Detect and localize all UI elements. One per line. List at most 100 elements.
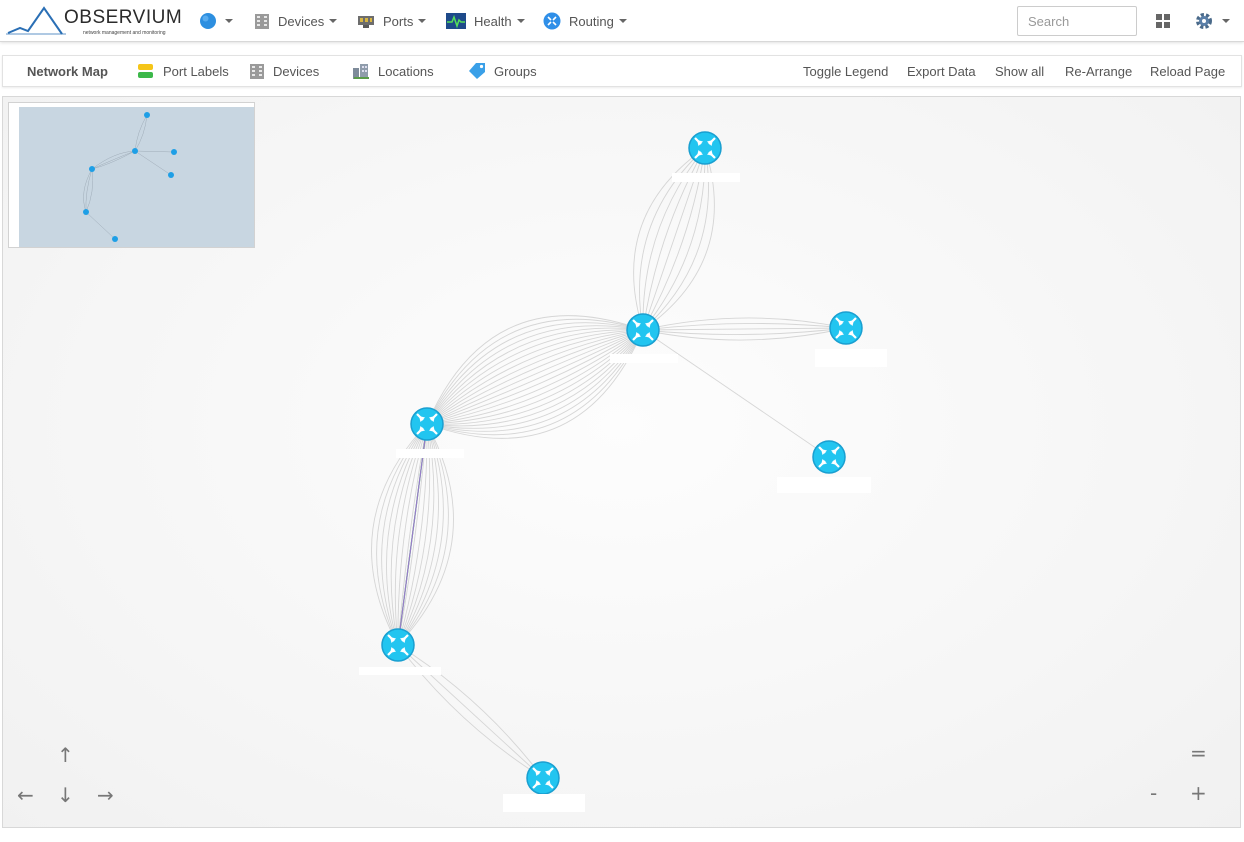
nav-devices-menu[interactable]: Devices (254, 0, 338, 42)
windows-icon (1156, 14, 1170, 28)
network-link[interactable] (642, 329, 830, 458)
arrow-right-icon: → (97, 783, 114, 807)
mountain-logo-icon (6, 6, 66, 35)
arrow-down-icon: ↓ (57, 783, 74, 807)
toolbar-groups-button[interactable]: Groups (468, 56, 537, 86)
nav-ports-menu[interactable]: Ports (357, 0, 427, 42)
observium-logo[interactable]: OBSERVIUM network management and monitor… (6, 4, 182, 38)
zoom-out-button[interactable]: - (1150, 783, 1157, 803)
settings-menu[interactable] (1194, 0, 1230, 42)
router-icon[interactable] (526, 761, 560, 795)
network-link[interactable] (426, 329, 644, 425)
city-buildings-icon (353, 63, 369, 79)
building-icon (255, 13, 269, 29)
zoom-in-icon: + (1190, 781, 1207, 805)
network-map-title: Network Map (27, 56, 108, 86)
link-bundle (371, 147, 847, 779)
node-label (610, 354, 678, 363)
minimap-viewport[interactable] (19, 107, 254, 247)
brand-name: OBSERVIUM (64, 7, 183, 28)
toolbar-locations-menu[interactable]: Locations (352, 56, 434, 86)
network-link[interactable] (642, 327, 847, 331)
network-link[interactable] (397, 644, 544, 779)
port-labels-icon (138, 64, 153, 78)
toolbar-devices-label: Devices (273, 63, 320, 79)
show-all-button[interactable]: Show all (995, 56, 1044, 86)
network-link[interactable] (426, 329, 644, 425)
heartbeat-monitor-icon (446, 13, 466, 29)
reload-page-button[interactable]: Reload Page (1150, 56, 1225, 86)
router-icon[interactable] (381, 628, 415, 662)
node-label (777, 477, 871, 493)
chevron-down-icon (329, 19, 338, 23)
toolbar-groups-label: Groups (494, 63, 537, 79)
nav-health-menu[interactable]: Health (446, 0, 525, 42)
device-nodes[interactable] (381, 131, 863, 795)
chevron-down-icon (1222, 19, 1230, 23)
toggle-legend-button[interactable]: Toggle Legend (803, 56, 888, 86)
nav-ports-label: Ports (383, 13, 414, 29)
network-link[interactable] (426, 329, 644, 425)
network-map-canvas[interactable]: ↑ ← ↓ → = - + (2, 96, 1241, 828)
node-label (396, 449, 464, 458)
pan-right-button[interactable]: → (97, 785, 114, 805)
chevron-down-icon (516, 19, 525, 23)
network-link[interactable] (426, 329, 644, 425)
network-link[interactable] (426, 329, 644, 425)
pan-down-button[interactable]: ↓ (57, 785, 74, 805)
gear-icon (1196, 13, 1212, 29)
search-input[interactable] (1017, 6, 1137, 36)
minimap[interactable] (8, 102, 255, 248)
pan-left-button[interactable]: ← (17, 785, 34, 805)
node-label (359, 667, 441, 675)
network-link[interactable] (426, 329, 644, 425)
zoom-reset-icon: = (1190, 741, 1207, 765)
node-label (503, 794, 585, 812)
toggle-legend-label: Toggle Legend (803, 63, 889, 79)
show-all-label: Show all (995, 63, 1045, 79)
nav-devices-label: Devices (278, 13, 325, 29)
rearrange-button[interactable]: Re-Arrange (1065, 56, 1132, 86)
chevron-down-icon (225, 19, 233, 23)
network-link[interactable] (426, 329, 644, 425)
reload-page-label: Reload Page (1150, 63, 1226, 79)
zoom-reset-button[interactable]: = (1190, 743, 1207, 763)
zoom-in-button[interactable]: + (1190, 783, 1207, 803)
arrow-up-icon: ↑ (57, 743, 74, 767)
toolbar-locations-label: Locations (378, 63, 434, 79)
building-icon (250, 63, 264, 79)
ethernet-port-icon (358, 16, 374, 28)
nav-health-label: Health (474, 13, 512, 29)
network-link[interactable] (426, 329, 644, 425)
router-icon[interactable] (829, 311, 863, 345)
chevron-down-icon (618, 19, 627, 23)
nav-globe-menu[interactable] (199, 0, 233, 42)
node-label (815, 349, 887, 367)
globe-icon (200, 13, 216, 29)
toolbar-devices-menu[interactable]: Devices (249, 56, 319, 86)
windows-button[interactable] (1156, 0, 1170, 42)
tag-icon (469, 63, 485, 79)
brand-tagline: network management and monitoring (83, 30, 166, 36)
rearrange-label: Re-Arrange (1065, 63, 1133, 79)
nav-routing-menu[interactable]: Routing (543, 0, 627, 42)
arrow-left-icon: ← (17, 783, 34, 807)
router-icon[interactable] (410, 407, 444, 441)
network-link[interactable] (426, 329, 644, 425)
router-icon[interactable] (626, 313, 660, 347)
export-data-button[interactable]: Export Data (907, 56, 976, 86)
router-icon[interactable] (688, 131, 722, 165)
chevron-down-icon (418, 19, 427, 23)
toolbar-title-text: Network Map (27, 63, 108, 79)
router-icon[interactable] (812, 440, 846, 474)
pan-up-button[interactable]: ↑ (57, 745, 74, 765)
port-labels-label: Port Labels (163, 63, 229, 79)
node-label (672, 173, 740, 182)
top-navbar: OBSERVIUM network management and monitor… (0, 0, 1244, 42)
zoom-out-icon: - (1150, 781, 1158, 805)
network-link[interactable] (426, 329, 644, 425)
network-link[interactable] (426, 329, 644, 425)
port-labels-button[interactable]: Port Labels (137, 56, 229, 86)
network-link[interactable] (426, 329, 644, 425)
router-icon (543, 12, 561, 30)
